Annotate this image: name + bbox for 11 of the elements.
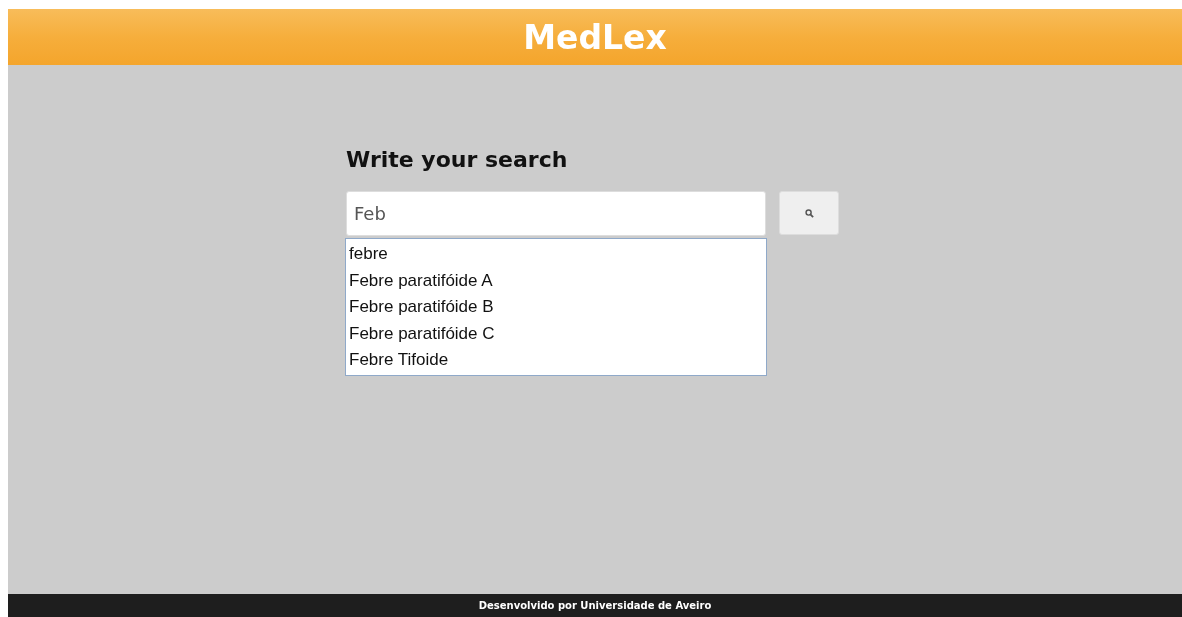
- logo-title: MedLex: [523, 17, 667, 57]
- search-button[interactable]: [779, 191, 839, 235]
- suggestion-item[interactable]: Febre paratifóide C: [349, 320, 766, 347]
- footer-text: Desenvolvido por Universidade de Aveiro: [478, 600, 712, 611]
- suggestion-item[interactable]: febre: [349, 241, 766, 268]
- suggestion-item[interactable]: Febre paratifóide A: [349, 267, 766, 294]
- suggestion-item[interactable]: Febre paratifóide B: [349, 294, 766, 321]
- search-field[interactable]: Feb: [346, 191, 766, 236]
- suggestion-item[interactable]: Febre Tifoide: [349, 347, 766, 374]
- search-heading: Write your search: [346, 147, 569, 173]
- search-icon: [804, 208, 814, 218]
